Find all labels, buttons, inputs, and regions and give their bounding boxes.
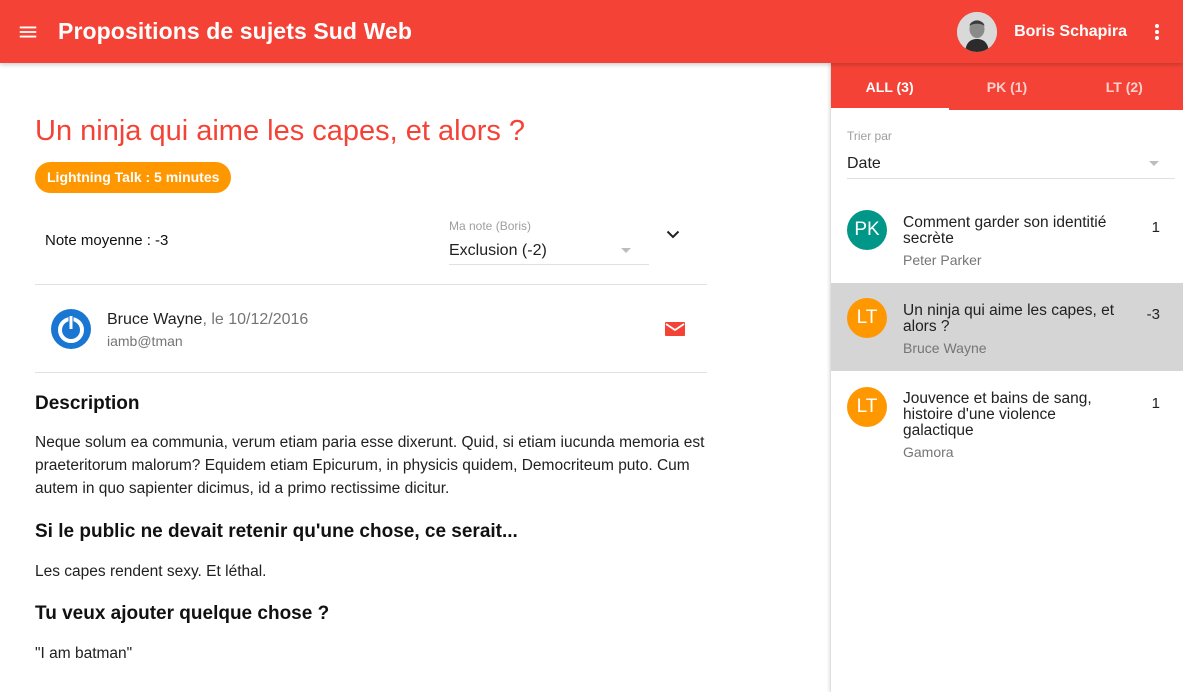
mail-icon: [665, 322, 685, 336]
list-item-avatar: PK: [847, 210, 887, 250]
hamburger-icon: [19, 26, 37, 37]
retain-text: Les capes rendent sexy. Et léthal.: [35, 563, 267, 580]
tab-pk[interactable]: PK (1): [948, 63, 1065, 110]
talk-title: Un ninja qui aime les capes, et alors ?: [35, 115, 526, 147]
talk-list-sidebar: ALL (3) PK (1) LT (2) Trier par Date PK …: [830, 63, 1183, 692]
list-item-author: Peter Parker: [903, 252, 982, 268]
author-name: Bruce Wayne, le 10/12/2016: [107, 311, 308, 329]
author-row: Bruce Wayne, le 10/12/2016 iamb@tman: [35, 285, 707, 373]
tab-all[interactable]: ALL (3): [831, 63, 948, 110]
list-item-title-line: alors ?: [903, 318, 950, 335]
author-email: iamb@tman: [107, 333, 183, 349]
list-item-title-line: histoire d'une violence: [903, 406, 1056, 423]
retain-heading: Si le public ne devait retenir qu'une ch…: [35, 521, 518, 542]
dropdown-arrow-icon: [621, 248, 631, 253]
talk-detail: Un ninja qui aime les capes, et alors ? …: [0, 63, 830, 692]
extra-heading: Tu veux ajouter quelque chose ?: [35, 603, 330, 624]
rating-row: Note moyenne : -3 Ma note (Boris) Exclus…: [35, 196, 707, 285]
talk-list: PK Comment garder son identitié secrète …: [831, 195, 1183, 471]
list-item-title-line: galactique: [903, 422, 974, 439]
expand-button[interactable]: [661, 222, 685, 246]
sort-label: Trier par: [847, 129, 892, 143]
list-item[interactable]: LT Jouvence et bains de sang, histoire d…: [831, 371, 1183, 471]
email-button[interactable]: [663, 317, 687, 341]
list-item[interactable]: PK Comment garder son identitié secrète …: [831, 195, 1183, 283]
app-bar: Propositions de sujets Sud Web Boris Sch…: [0, 0, 1183, 63]
sort-value: Date: [847, 154, 881, 172]
list-item-title: Comment garder son identitié secrète: [903, 215, 1133, 247]
my-note-label: Ma note (Boris): [449, 219, 532, 233]
list-item-avatar: LT: [847, 387, 887, 427]
power-icon: [51, 309, 91, 349]
author-name-text: Bruce Wayne: [107, 311, 203, 328]
description-text: Neque solum ea communia, verum etiam par…: [35, 434, 705, 497]
my-note-select[interactable]: Exclusion (-2): [449, 237, 649, 265]
user-name[interactable]: Boris Schapira: [1014, 23, 1127, 41]
description-heading: Description: [35, 393, 140, 414]
list-item[interactable]: LT Un ninja qui aime les capes, et alors…: [831, 283, 1183, 371]
sort-field[interactable]: Trier par Date: [847, 129, 1175, 179]
app-title: Propositions de sujets Sud Web: [58, 18, 413, 44]
author-avatar: [51, 309, 91, 349]
author-date: , le 10/12/2016: [202, 311, 309, 328]
list-item-title-line: Jouvence et bains de sang,: [903, 390, 1092, 407]
user-photo-icon: [957, 11, 998, 52]
format-chip: Lightning Talk : 5 minutes: [35, 162, 232, 193]
list-item-title-line: Comment garder son identitié: [903, 214, 1107, 231]
filter-tabs: ALL (3) PK (1) LT (2): [831, 63, 1183, 110]
user-area: Boris Schapira: [957, 0, 1169, 63]
list-item-avatar: LT: [847, 298, 887, 338]
more-vert-icon: [1155, 23, 1159, 40]
list-item-title: Un ninja qui aime les capes, et alors ?: [903, 303, 1133, 335]
list-item-title: Jouvence et bains de sang, histoire d'un…: [903, 391, 1133, 439]
list-item-score: 1: [1151, 219, 1160, 236]
chevron-down-icon: [666, 230, 680, 238]
tab-lt[interactable]: LT (2): [1066, 63, 1183, 110]
list-item-score: -3: [1146, 306, 1160, 323]
my-note-field[interactable]: Ma note (Boris) Exclusion (-2): [449, 219, 649, 265]
extra-text: "I am batman": [35, 645, 133, 662]
menu-button[interactable]: [0, 0, 56, 63]
list-item-title-line: secrète: [903, 230, 954, 247]
dropdown-arrow-icon: [1149, 161, 1159, 166]
my-note-value: Exclusion (-2): [449, 241, 547, 259]
user-avatar[interactable]: [957, 11, 998, 52]
list-item-author: Bruce Wayne: [903, 340, 987, 356]
average-rating: Note moyenne : -3: [45, 232, 169, 249]
more-options-button[interactable]: [1145, 12, 1169, 52]
sort-select[interactable]: Date: [847, 149, 1175, 179]
list-item-score: 1: [1151, 395, 1160, 412]
list-item-title-line: Un ninja qui aime les capes, et: [903, 302, 1115, 319]
list-item-author: Gamora: [903, 444, 954, 460]
tab-indicator: [831, 108, 949, 110]
